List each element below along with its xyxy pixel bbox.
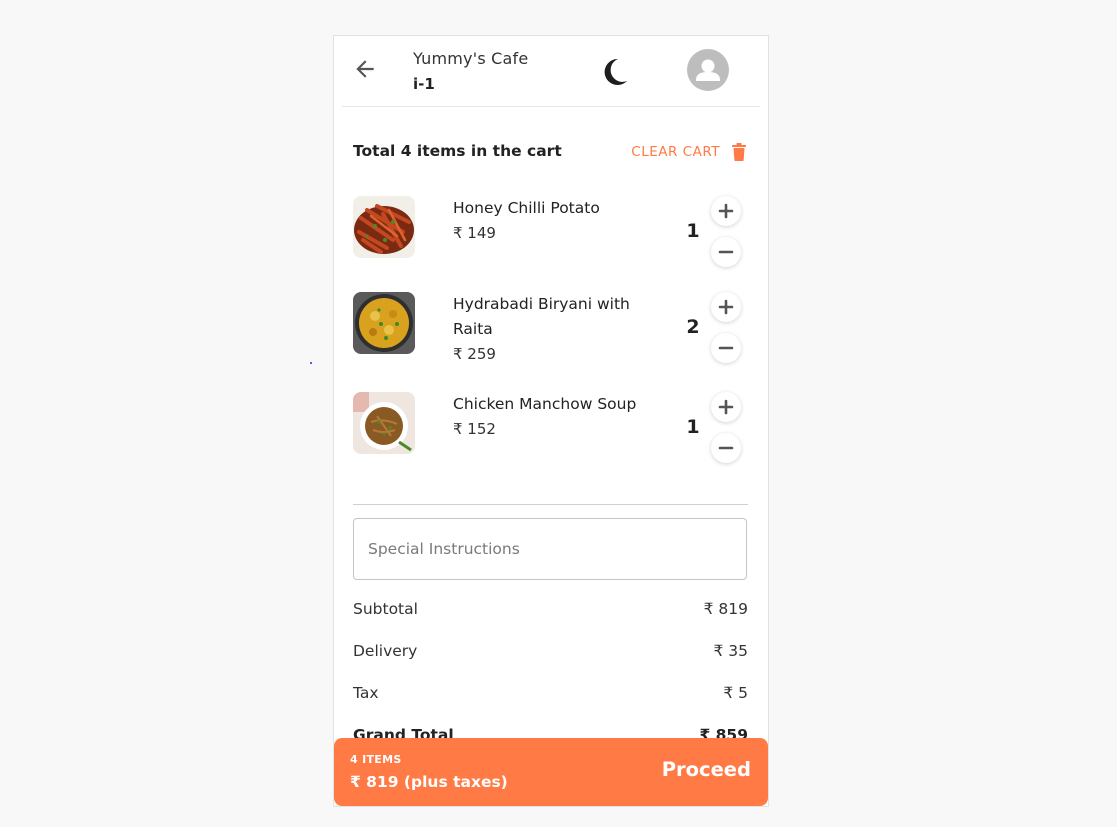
subtotal-value: ₹ 819 — [703, 600, 748, 618]
item-quantity: 1 — [686, 220, 700, 242]
trash-icon — [732, 143, 746, 161]
clear-cart-button[interactable]: CLEAR CART — [631, 140, 748, 164]
item-name: Chicken Manchow Soup ₹ 152 — [453, 392, 653, 442]
plus-icon — [718, 399, 734, 415]
cart-total-text: ₹ 819 (plus taxes) — [350, 773, 508, 791]
user-avatar-icon — [696, 59, 720, 81]
delivery-value: ₹ 35 — [713, 642, 748, 660]
cafe-name: Yummy's Cafe — [413, 49, 529, 68]
increase-quantity-button[interactable] — [711, 196, 741, 226]
item-name: Honey Chilli Potato ₹ 149 — [453, 196, 653, 246]
decrease-quantity-button[interactable] — [711, 333, 741, 363]
cart-item: Chicken Manchow Soup ₹ 152 1 — [353, 392, 748, 472]
proceed-label: Proceed — [661, 758, 751, 781]
proceed-button[interactable]: 4 ITEMS ₹ 819 (plus taxes) Proceed — [334, 738, 768, 806]
item-image-honey-chilli-potato — [353, 196, 415, 258]
plus-icon — [718, 299, 734, 315]
increase-quantity-button[interactable] — [711, 392, 741, 422]
item-name: Hydrabadi Biryani with Raita ₹ 259 — [453, 292, 653, 367]
item-image-chicken-manchow-soup — [353, 392, 415, 454]
section-divider — [353, 504, 748, 505]
item-quantity: 1 — [686, 416, 700, 438]
item-price: ₹ 149 — [453, 224, 496, 242]
clear-cart-label: CLEAR CART — [631, 144, 720, 160]
cart-title: Total 4 items in the cart — [353, 142, 562, 160]
delivery-row: Delivery ₹ 35 — [353, 642, 748, 666]
cart-header: Total 4 items in the cart CLEAR CART — [353, 140, 748, 164]
subtotal-row: Subtotal ₹ 819 — [353, 600, 748, 624]
cart-item: Honey Chilli Potato ₹ 149 1 — [353, 196, 748, 276]
table-id: i-1 — [413, 75, 435, 93]
item-price: ₹ 259 — [453, 345, 496, 363]
cart-item: Hydrabadi Biryani with Raita ₹ 259 2 — [353, 292, 748, 392]
delivery-label: Delivery — [353, 642, 418, 660]
item-quantity: 2 — [686, 316, 700, 338]
moon-icon — [604, 58, 627, 85]
cart-items-count: 4 ITEMS — [350, 753, 402, 766]
increase-quantity-button[interactable] — [711, 292, 741, 322]
decrease-quantity-button[interactable] — [711, 433, 741, 463]
item-price: ₹ 152 — [453, 420, 496, 438]
theme-toggle-button[interactable] — [597, 55, 631, 89]
minus-icon — [718, 250, 734, 254]
tax-label: Tax — [353, 684, 379, 702]
back-button[interactable] — [352, 56, 378, 82]
cart-screen: Yummy's Cafe i-1 Total 4 items in the ca… — [333, 35, 769, 807]
arrow-left-icon — [356, 60, 374, 78]
decrease-quantity-button[interactable] — [711, 237, 741, 267]
item-image-hydrabadi-biryani — [353, 292, 415, 354]
tax-row: Tax ₹ 5 — [353, 684, 748, 708]
plus-icon — [718, 203, 734, 219]
subtotal-label: Subtotal — [353, 600, 418, 618]
app-header: Yummy's Cafe i-1 — [342, 36, 760, 107]
minus-icon — [718, 346, 734, 350]
special-instructions-input[interactable] — [353, 518, 747, 580]
stray-dot — [310, 362, 312, 364]
tax-value: ₹ 5 — [723, 684, 748, 702]
minus-icon — [718, 446, 734, 450]
user-avatar-button[interactable] — [687, 49, 729, 91]
